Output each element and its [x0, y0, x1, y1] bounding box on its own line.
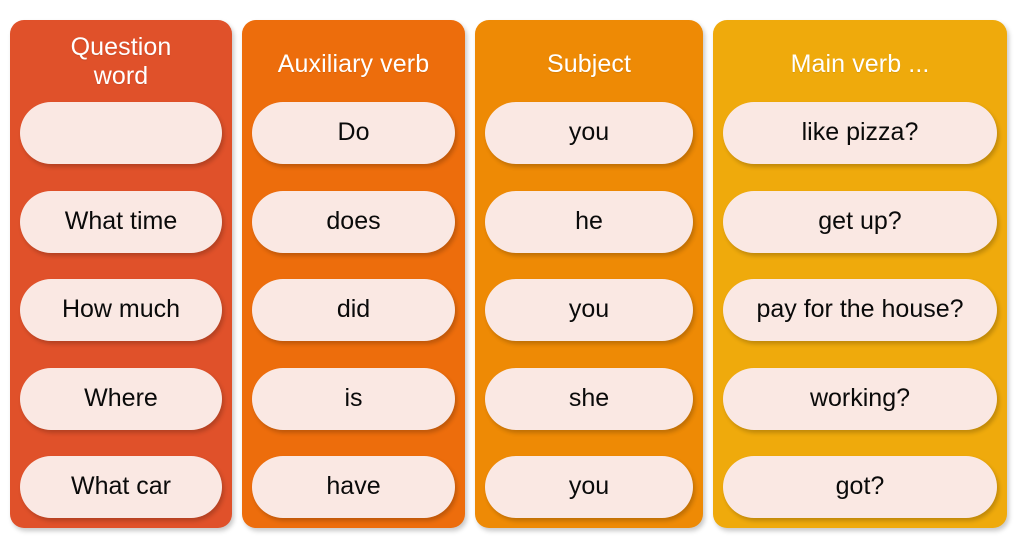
- cell-main-verb-3[interactable]: pay for the house?: [723, 279, 997, 341]
- cell-main-verb-5[interactable]: got?: [723, 456, 997, 518]
- column-question-word: Question word What time How much Where W…: [10, 20, 232, 528]
- cell-subject-5[interactable]: you: [485, 456, 693, 518]
- cell-question-word-2[interactable]: What time: [20, 190, 222, 253]
- column-main-verb: Main verb ... like pizza? get up? pay fo…: [713, 20, 1007, 528]
- cell-main-verb-1[interactable]: like pizza?: [723, 102, 997, 164]
- cell-question-word-1[interactable]: [20, 102, 222, 164]
- cell-auxiliary-verb-3[interactable]: did: [252, 279, 455, 341]
- column-header-text: Question word: [71, 33, 172, 91]
- cell-subject-3[interactable]: you: [485, 279, 693, 341]
- cells-question-word: What time How much Where What car: [20, 102, 222, 518]
- column-header-auxiliary-verb: Auxiliary verb: [277, 49, 430, 78]
- cell-subject-4[interactable]: she: [485, 367, 693, 430]
- header-line-2: word: [93, 62, 149, 90]
- cell-auxiliary-verb-4[interactable]: is: [252, 367, 455, 430]
- cell-auxiliary-verb-1[interactable]: Do: [252, 102, 455, 164]
- column-auxiliary-verb: Auxiliary verb Do does did is have: [242, 20, 465, 528]
- cell-question-word-3[interactable]: How much: [20, 279, 222, 341]
- cells-subject: you he you she you: [485, 102, 693, 518]
- cell-subject-1[interactable]: you: [485, 102, 693, 164]
- cell-main-verb-2[interactable]: get up?: [723, 190, 997, 253]
- cell-main-verb-4[interactable]: working?: [723, 367, 997, 430]
- cell-subject-2[interactable]: he: [485, 190, 693, 253]
- cells-main-verb: like pizza? get up? pay for the house? w…: [723, 102, 997, 518]
- cells-auxiliary-verb: Do does did is have: [252, 102, 455, 518]
- cell-auxiliary-verb-2[interactable]: does: [252, 190, 455, 253]
- question-structure-board: Question word What time How much Where W…: [0, 0, 1017, 540]
- column-subject: Subject you he you she you: [475, 20, 703, 528]
- column-header-subject: Subject: [546, 49, 632, 78]
- column-header-question-word: Question word: [20, 20, 222, 102]
- cell-question-word-4[interactable]: Where: [20, 367, 222, 430]
- cell-question-word-5[interactable]: What car: [20, 456, 222, 518]
- header-line-1: Question: [70, 33, 172, 61]
- column-header-main-verb: Main verb ...: [790, 49, 930, 78]
- cell-auxiliary-verb-5[interactable]: have: [252, 456, 455, 518]
